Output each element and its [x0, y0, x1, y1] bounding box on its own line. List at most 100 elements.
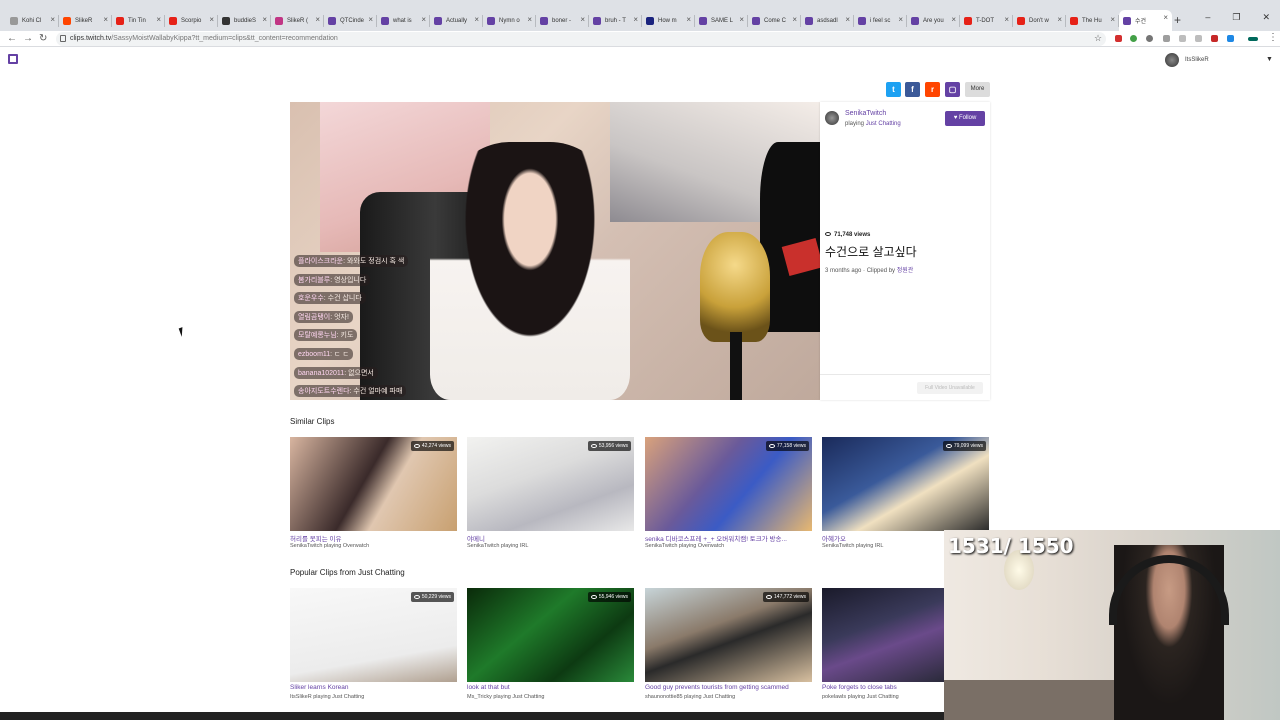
- tab-close-icon[interactable]: ×: [633, 16, 638, 24]
- tab-close-icon[interactable]: ×: [262, 16, 267, 24]
- new-tab-button[interactable]: +: [1174, 13, 1181, 27]
- clip-title-link[interactable]: 아혜가오: [822, 533, 846, 543]
- game-link[interactable]: Just Chatting: [866, 121, 901, 127]
- clip-thumbnail[interactable]: 42,274 views: [290, 437, 457, 531]
- tab-title: Kohi Cl: [22, 18, 42, 24]
- browser-tab[interactable]: T-DOT ×: [960, 12, 1013, 30]
- browser-tab[interactable]: Actually ×: [430, 12, 483, 30]
- clip-video-player[interactable]: 플라이스크라운: 와와도 정검시 혹 색 봄가리블루: 영상입니다 호운우수: 수건…: [290, 102, 820, 400]
- browser-tab[interactable]: buddieS ×: [218, 12, 271, 30]
- url-input[interactable]: clips.twitch.tv/SassyMoistWallabyKippa?t…: [56, 32, 1106, 46]
- twitter-icon[interactable]: t: [886, 82, 901, 97]
- browser-tab[interactable]: SAME L ×: [695, 12, 748, 30]
- browser-tab[interactable]: SlikeR ×: [59, 12, 112, 30]
- tab-close-icon[interactable]: ×: [1110, 16, 1115, 24]
- chevron-down-icon[interactable]: ▼: [1266, 56, 1273, 63]
- tab-close-icon[interactable]: ×: [103, 16, 108, 24]
- tab-close-icon[interactable]: ×: [686, 16, 691, 24]
- clipper-link[interactable]: 정원관: [897, 268, 914, 274]
- browser-tab[interactable]: Tin Tin ×: [112, 12, 165, 30]
- facebook-icon[interactable]: f: [905, 82, 920, 97]
- tab-close-icon[interactable]: ×: [527, 16, 532, 24]
- browser-tab[interactable]: 수건 ×: [1119, 10, 1172, 31]
- menu-dots-icon[interactable]: ⋮: [1268, 32, 1278, 43]
- close-window-icon[interactable]: ✕: [1262, 12, 1270, 23]
- tab-close-icon[interactable]: ×: [792, 16, 797, 24]
- clip-title-link[interactable]: 야메니: [467, 533, 485, 543]
- mouse-cursor-icon: [178, 326, 189, 337]
- browser-tab[interactable]: Are you ×: [907, 12, 960, 30]
- clip-thumbnail[interactable]: 77,158 views: [645, 437, 812, 531]
- user-menu[interactable]: ItsSlikeR: [1165, 53, 1209, 67]
- tab-close-icon[interactable]: ×: [845, 16, 850, 24]
- clip-thumbnail[interactable]: 53,956 views: [467, 437, 634, 531]
- clip-thumbnail[interactable]: [822, 588, 944, 682]
- tab-close-icon[interactable]: ×: [1004, 16, 1009, 24]
- extension-icon[interactable]: [1163, 35, 1170, 42]
- browser-tab[interactable]: Don't w ×: [1013, 12, 1066, 30]
- tab-close-icon[interactable]: ×: [474, 16, 479, 24]
- browser-tab[interactable]: asdsadl ×: [801, 12, 854, 30]
- reddit-icon[interactable]: r: [925, 82, 940, 97]
- browser-tab[interactable]: Kohi Cl ×: [6, 12, 59, 30]
- clip-title-link[interactable]: senika 디바코스프레 +_+ 오버워치캠! 토크가 방송...: [645, 533, 787, 543]
- browser-tab[interactable]: bruh - T ×: [589, 12, 642, 30]
- chat-message: 플라이스크라운: 와와도 정검시 혹 색: [294, 254, 434, 268]
- channel-avatar[interactable]: [825, 111, 839, 125]
- browser-tab[interactable]: boner - ×: [536, 12, 589, 30]
- extension-icon[interactable]: [1248, 37, 1258, 41]
- browser-tab[interactable]: How m ×: [642, 12, 695, 30]
- tab-close-icon[interactable]: ×: [156, 16, 161, 24]
- follow-button[interactable]: ♥ Follow: [945, 111, 985, 126]
- popular-clips-heading: Popular Clips from Just Chatting: [290, 568, 405, 577]
- more-share-button[interactable]: More: [965, 82, 990, 97]
- forward-icon[interactable]: →: [23, 33, 33, 44]
- browser-tab[interactable]: Scorpio ×: [165, 12, 218, 30]
- tab-close-icon[interactable]: ×: [1057, 16, 1062, 24]
- twitch-logo-icon[interactable]: [8, 54, 18, 64]
- back-icon[interactable]: ←: [7, 33, 17, 44]
- chat-message: 모탈예롱누님: 키도: [294, 328, 434, 342]
- tab-close-icon[interactable]: ×: [50, 16, 55, 24]
- extension-icon[interactable]: [1179, 35, 1186, 42]
- tab-close-icon[interactable]: ×: [951, 16, 956, 24]
- browser-tab[interactable]: Come C ×: [748, 12, 801, 30]
- clip-title-link[interactable]: look at that but: [467, 684, 510, 691]
- browser-tab[interactable]: Nymn o ×: [483, 12, 536, 30]
- full-video-button[interactable]: Full Video Unavailable: [917, 382, 983, 394]
- tab-close-icon[interactable]: ×: [580, 16, 585, 24]
- tab-close-icon[interactable]: ×: [421, 16, 426, 24]
- tab-close-icon[interactable]: ×: [315, 16, 320, 24]
- tab-close-icon[interactable]: ×: [898, 16, 903, 24]
- restore-icon[interactable]: ❐: [1232, 12, 1240, 23]
- reload-icon[interactable]: ↻: [39, 33, 47, 44]
- browser-tab[interactable]: SlikeR (×: [271, 12, 324, 30]
- extension-icon[interactable]: [1130, 35, 1137, 42]
- channel-name[interactable]: SenikaTwitch: [845, 110, 886, 117]
- tab-close-icon[interactable]: ×: [1163, 14, 1168, 22]
- extension-icon[interactable]: [1115, 35, 1122, 42]
- extension-icon[interactable]: [1211, 35, 1218, 42]
- clip-thumbnail[interactable]: 147,772 views: [645, 588, 812, 682]
- tab-close-icon[interactable]: ×: [368, 16, 373, 24]
- minimize-icon[interactable]: –: [1205, 12, 1210, 23]
- extension-icon[interactable]: [1146, 35, 1153, 42]
- browser-tab[interactable]: i feel sc ×: [854, 12, 907, 30]
- extension-icon[interactable]: [1195, 35, 1202, 42]
- clip-title-link[interactable]: Good guy prevents tourists from getting …: [645, 684, 789, 691]
- extension-icon[interactable]: [1227, 35, 1234, 42]
- browser-tab[interactable]: The Hu ×: [1066, 12, 1119, 30]
- bookmark-star-icon[interactable]: ☆: [1094, 33, 1102, 44]
- tab-close-icon[interactable]: ×: [209, 16, 214, 24]
- tab-favicon-icon: [116, 17, 124, 25]
- browser-tab[interactable]: QTCinde ×: [324, 12, 377, 30]
- clip-title-link[interactable]: Poke forgets to close tabs: [822, 684, 897, 691]
- clip-thumbnail[interactable]: 55,946 views: [467, 588, 634, 682]
- tab-close-icon[interactable]: ×: [739, 16, 744, 24]
- clip-thumbnail[interactable]: 50,229 views: [290, 588, 457, 682]
- clip-thumbnail[interactable]: 79,099 views: [822, 437, 989, 531]
- browser-tab[interactable]: what is ×: [377, 12, 430, 30]
- clip-title-link[interactable]: Sliker learns Korean: [290, 684, 349, 691]
- clip-title-link[interactable]: 허리를 못피는 이유: [290, 533, 341, 543]
- twitch-share-icon[interactable]: ▢: [945, 82, 960, 97]
